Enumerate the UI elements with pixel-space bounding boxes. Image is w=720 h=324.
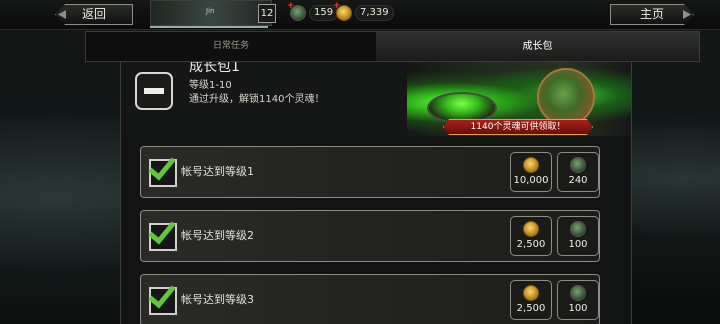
player-profile-card[interactable]: Jin — [150, 0, 272, 26]
soul-reward: 100 — [557, 216, 599, 256]
collapse-icon[interactable] — [135, 72, 173, 110]
reward-task-label: 帐号达到等级1 — [181, 165, 254, 178]
koin-reward-amount: 2,500 — [516, 303, 546, 314]
koin-reward: 2,500 — [510, 216, 552, 256]
back-button-label: 返回 — [81, 7, 106, 21]
koin-icon: + — [333, 2, 352, 21]
reward-row[interactable]: 帐号达到等级1 10,000 240 — [140, 146, 600, 198]
checkmark-icon — [148, 215, 176, 245]
home-arrow-icon — [683, 10, 691, 19]
home-button[interactable]: 主页 — [610, 4, 694, 25]
tab-growth-pack[interactable]: 成长包 — [376, 32, 699, 61]
pack-description: 通过升级，解锁1140个灵魂！ — [189, 94, 325, 105]
back-button[interactable]: 返回 — [55, 4, 133, 25]
pack-level-range: 等级1-10 — [189, 80, 232, 91]
pack-header: 成长包1 等级1-10 通过升级，解锁1140个灵魂！ 1140个灵魂可供领取！ — [121, 62, 631, 136]
koin-icon — [523, 221, 539, 237]
soul-icon — [570, 285, 586, 301]
soul-jar-icon — [537, 68, 595, 126]
player-level-badge: 12 — [258, 4, 276, 23]
completed-checkbox — [148, 151, 177, 187]
player-name: Jin — [206, 7, 215, 15]
koins-amount: 7,339 — [355, 5, 394, 21]
checkmark-icon — [148, 279, 176, 309]
soul-reward-amount: 100 — [568, 239, 588, 250]
soul-icon — [570, 157, 586, 173]
top-bar: 返回 Jin 12 +159 +7,339 主页 — [0, 0, 720, 30]
reward-task-label: 帐号达到等级2 — [181, 229, 254, 242]
reward-row[interactable]: 帐号达到等级2 2,500 100 — [140, 210, 600, 262]
souls-currency[interactable]: +159 — [287, 2, 339, 23]
tab-bar: 日常任务 成长包 — [85, 31, 700, 62]
koin-icon — [523, 157, 539, 173]
soul-icon — [570, 221, 586, 237]
koin-reward: 10,000 — [510, 152, 552, 192]
koin-reward-amount: 10,000 — [513, 175, 549, 186]
soul-reward: 240 — [557, 152, 599, 192]
koins-currency[interactable]: +7,339 — [333, 2, 394, 23]
koin-reward: 2,500 — [510, 280, 552, 320]
koin-icon — [523, 285, 539, 301]
soul-reward: 100 — [557, 280, 599, 320]
reward-row[interactable]: 帐号达到等级3 2,500 100 — [140, 274, 600, 324]
back-arrow-icon — [58, 10, 66, 19]
completed-checkbox — [148, 279, 177, 315]
souls-available-banner: 1140个灵魂可供领取！ — [443, 119, 593, 135]
soul-icon: + — [287, 2, 306, 21]
xp-progress-bar — [150, 26, 268, 28]
completed-checkbox — [148, 215, 177, 251]
soul-reward-amount: 240 — [568, 175, 588, 186]
pack-title: 成长包1 — [189, 62, 240, 75]
reward-task-label: 帐号达到等级3 — [181, 293, 254, 306]
soul-reward-amount: 100 — [568, 303, 588, 314]
checkmark-icon — [148, 151, 176, 181]
koin-reward-amount: 2,500 — [516, 239, 546, 250]
growth-pack-panel: 成长包1 等级1-10 通过升级，解锁1140个灵魂！ 1140个灵魂可供领取！… — [120, 62, 632, 324]
home-button-label: 主页 — [639, 7, 664, 21]
tab-daily-tasks[interactable]: 日常任务 — [86, 32, 376, 61]
pack-artwork: 1140个灵魂可供领取！ — [407, 62, 631, 136]
